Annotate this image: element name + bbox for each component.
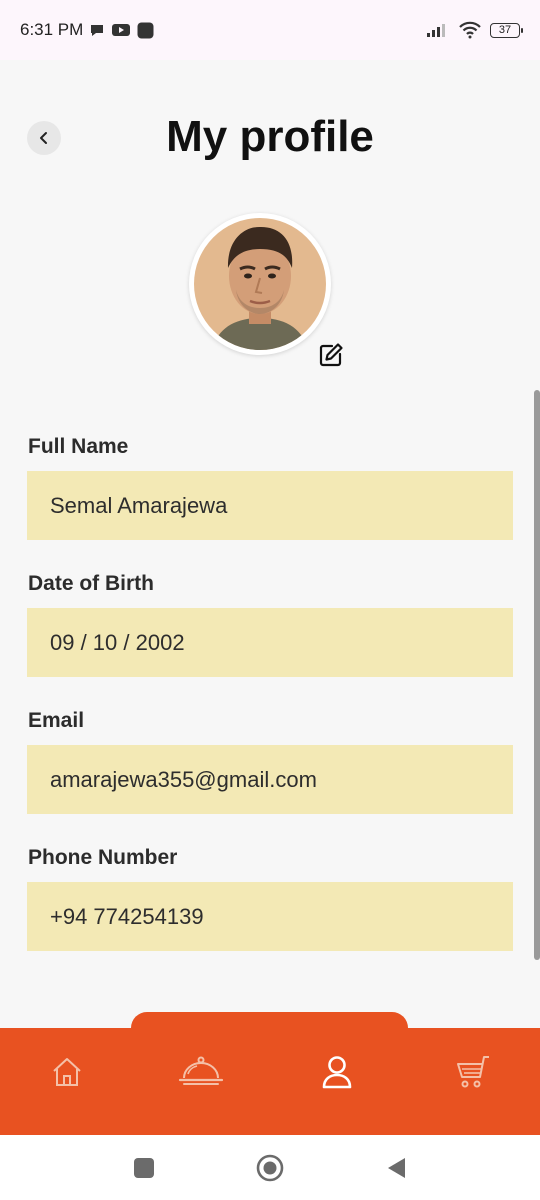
- profile-icon: [322, 1056, 352, 1089]
- nav-profile[interactable]: [313, 1050, 361, 1094]
- battery-icon: 37: [490, 22, 523, 38]
- phone-number-field[interactable]: [27, 882, 513, 951]
- square-icon: [134, 1158, 154, 1178]
- avatar-frame: [189, 213, 331, 355]
- edit-avatar-button[interactable]: [316, 340, 346, 370]
- full-name-label: Full Name: [28, 435, 129, 458]
- email-label: Email: [28, 709, 85, 732]
- food-cloche-icon: [178, 1056, 224, 1085]
- triangle-back-icon: [388, 1158, 405, 1178]
- status-bar: 6:31 PM 37: [0, 0, 540, 60]
- avatar: [194, 218, 326, 350]
- date-of-birth-label: Date of Birth: [28, 572, 154, 595]
- nav-home[interactable]: [43, 1050, 91, 1094]
- email-field[interactable]: [27, 745, 513, 814]
- back-system-button[interactable]: [380, 1152, 412, 1184]
- status-time: 6:31 PM: [20, 20, 84, 39]
- app-square-icon: [137, 22, 154, 38]
- home-icon: [53, 1058, 81, 1086]
- cart-icon: [457, 1056, 489, 1088]
- youtube-icon: [112, 24, 131, 36]
- chat-bubble-icon: [91, 25, 104, 36]
- page-title: My profile: [166, 112, 374, 161]
- scrollbar[interactable]: [534, 390, 540, 960]
- wifi-icon: [459, 21, 481, 39]
- recent-apps-button[interactable]: [128, 1152, 160, 1184]
- edit-icon: [319, 343, 343, 367]
- circle-icon: [256, 1154, 284, 1182]
- nav-food[interactable]: [177, 1050, 225, 1094]
- home-system-button[interactable]: [254, 1152, 286, 1184]
- date-of-birth-field[interactable]: [27, 608, 513, 677]
- avatar-image: [194, 218, 326, 350]
- phone-number-label: Phone Number: [28, 846, 178, 869]
- full-name-field[interactable]: [27, 471, 513, 540]
- notification-icons: [89, 22, 154, 39]
- battery-level: 37: [498, 24, 512, 36]
- signal-icon: [427, 24, 445, 37]
- nav-cart[interactable]: [448, 1050, 496, 1094]
